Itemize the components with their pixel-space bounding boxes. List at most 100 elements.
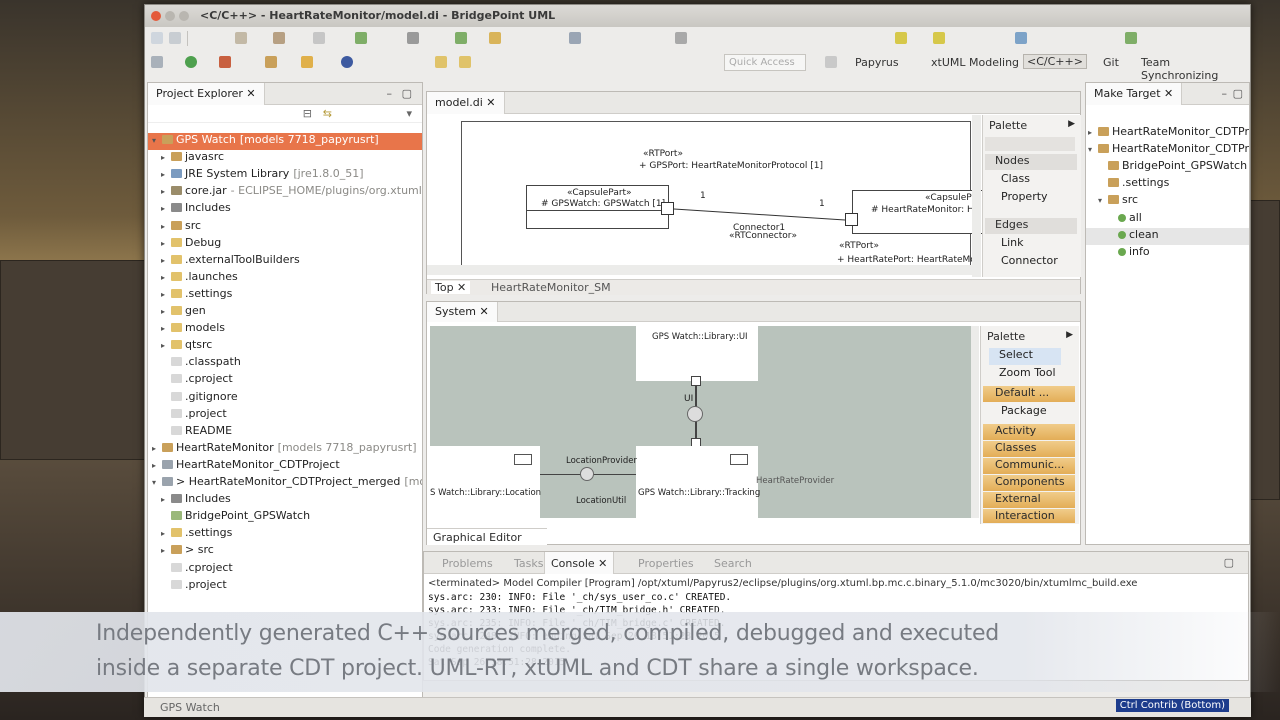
vertical-scrollbar[interactable] xyxy=(972,115,981,277)
tree-item[interactable]: ▸ HeartRateMonitor_CDTProject xyxy=(148,458,422,475)
tree-item[interactable]: ▸ .externalToolBuilders xyxy=(148,253,422,270)
expand-arrow-icon[interactable]: ▸ xyxy=(161,222,171,231)
view-menu-icon[interactable]: ▾ xyxy=(406,107,412,120)
build-icon[interactable] xyxy=(235,32,247,44)
expand-arrow-icon[interactable]: ▸ xyxy=(161,170,171,179)
minimize-view-icon[interactable]: – xyxy=(387,87,393,100)
new-icon[interactable] xyxy=(151,32,163,44)
maximize-view-icon[interactable]: ▢ xyxy=(402,87,412,100)
tree-item[interactable]: ▸ javasrc xyxy=(148,150,422,167)
perspective-cpp[interactable]: <C/C++> xyxy=(1023,54,1087,69)
expand-arrow-icon[interactable]: ▸ xyxy=(161,290,171,299)
expand-arrow-icon[interactable]: ▸ xyxy=(161,239,171,248)
palette-drawer-classes[interactable]: Classes xyxy=(983,441,1075,457)
tree-item[interactable]: .gitignore xyxy=(148,390,422,407)
tree-item[interactable]: .classpath xyxy=(148,355,422,372)
tree-item[interactable]: .project xyxy=(148,578,422,595)
link-editor-icon[interactable]: ⇆ xyxy=(323,107,332,120)
palette-collapse-icon[interactable]: ▶ xyxy=(1066,330,1073,340)
expand-arrow-icon[interactable]: ▸ xyxy=(161,324,171,333)
tree-item[interactable]: ▸ qtsrc xyxy=(148,338,422,355)
align-icon[interactable] xyxy=(569,32,581,44)
tree-item[interactable]: ▸ src xyxy=(148,219,422,236)
debug-config-icon[interactable] xyxy=(933,32,945,44)
tab-properties[interactable]: Properties xyxy=(638,557,694,570)
make-target-item[interactable]: ▾ HeartRateMonitor_CDTPro xyxy=(1086,142,1249,159)
tree-item[interactable]: README xyxy=(148,424,422,441)
tree-item[interactable]: BridgePoint_GPSWatch xyxy=(148,509,422,526)
tab-make-target[interactable]: Make Target ✕ xyxy=(1086,83,1183,105)
collapse-all-icon[interactable]: ⊟ xyxy=(303,107,312,120)
tree-item[interactable]: ▸ Debug xyxy=(148,236,422,253)
tree-item[interactable]: .project xyxy=(148,407,422,424)
tree-item[interactable]: ▸ Includes xyxy=(148,201,422,218)
tab-model-di[interactable]: model.di ✕ xyxy=(427,92,505,114)
back-icon[interactable] xyxy=(459,56,471,68)
palette-drawer-edges[interactable]: Edges xyxy=(985,218,1077,234)
expand-arrow-icon[interactable]: ▸ xyxy=(161,341,171,350)
ui-port[interactable] xyxy=(691,376,701,386)
tab-problems[interactable]: Problems xyxy=(442,557,493,570)
palette-item-package[interactable]: Package xyxy=(989,404,1075,421)
nav-forward-icon[interactable] xyxy=(1125,32,1137,44)
ui-interface[interactable] xyxy=(687,406,703,422)
run-icon[interactable] xyxy=(185,56,197,68)
maximize-view-icon[interactable]: ▢ xyxy=(1224,556,1234,569)
tab-console[interactable]: Console ✕ xyxy=(544,552,615,574)
expand-arrow-icon[interactable]: ▸ xyxy=(161,307,171,316)
minimize-view-icon[interactable]: – xyxy=(1222,87,1228,100)
minimize-window-icon[interactable] xyxy=(165,11,175,21)
palette-zoom-tools[interactable] xyxy=(985,137,1075,151)
tree-item[interactable]: ▸ models xyxy=(148,321,422,338)
expand-arrow-icon[interactable]: ▸ xyxy=(152,444,162,453)
tree-item[interactable]: .cproject xyxy=(148,372,422,389)
expand-arrow-icon[interactable]: ▾ xyxy=(1088,145,1098,154)
system-diagram-canvas[interactable]: GPS Watch::Library::UI UI S Watch::Libra… xyxy=(430,326,971,518)
tree-item[interactable]: ▾ > HeartRateMonitor_CDTProject_merged[mo… xyxy=(148,475,422,492)
expand-arrow-icon[interactable]: ▸ xyxy=(161,153,171,162)
expand-arrow-icon[interactable]: ▸ xyxy=(161,273,171,282)
perspective-git[interactable]: Git xyxy=(1103,56,1119,69)
make-target-item[interactable]: all xyxy=(1086,211,1249,228)
tree-item[interactable]: ▸ HeartRateMonitor [models 7718_papyrusrt] xyxy=(148,441,422,458)
tree-item[interactable]: ▸ core.jar - ECLIPSE_HOME/plugins/org.xtum… xyxy=(148,184,422,201)
palette-collapse-icon[interactable]: ▶ xyxy=(1068,119,1075,129)
expand-arrow-icon[interactable]: ▾ xyxy=(152,136,162,145)
expand-arrow-icon[interactable]: ▸ xyxy=(161,546,171,555)
system-vertical-scrollbar[interactable] xyxy=(971,326,979,518)
tree-item[interactable]: ▸ .launches xyxy=(148,270,422,287)
palette-tool-zoom[interactable]: Zoom Tool xyxy=(989,366,1075,383)
perspective-team-sync[interactable]: Team Synchronizing xyxy=(1141,56,1250,82)
refresh-icon[interactable] xyxy=(355,32,367,44)
expand-arrow-icon[interactable]: ▾ xyxy=(152,478,162,487)
palette-drawer-activity[interactable]: Activity xyxy=(983,424,1075,440)
make-target-item[interactable]: BridgePoint_GPSWatch xyxy=(1086,159,1249,176)
debug-icon[interactable] xyxy=(219,56,231,68)
format-icon[interactable] xyxy=(675,32,687,44)
capsulepart-heartratemonitor[interactable]: «CapsuleP # HeartRateMonitor: H xyxy=(852,190,982,234)
quick-access-input[interactable]: Quick Access xyxy=(724,54,806,71)
tab-tasks[interactable]: Tasks xyxy=(514,557,543,570)
pencil-icon[interactable] xyxy=(435,56,447,68)
web-icon[interactable] xyxy=(1015,32,1027,44)
target-icon[interactable] xyxy=(341,56,353,68)
tree-item[interactable]: ▸ .settings xyxy=(148,526,422,543)
open-folder-icon[interactable] xyxy=(265,56,277,68)
tool-icon[interactable] xyxy=(407,32,419,44)
bolt-icon[interactable] xyxy=(301,56,313,68)
hammer-icon[interactable] xyxy=(273,32,285,44)
tab-system[interactable]: System ✕ xyxy=(427,302,498,322)
palette-drawer-communication[interactable]: Communic... xyxy=(983,458,1075,474)
open-perspective-icon[interactable] xyxy=(825,56,837,68)
tab-search[interactable]: Search xyxy=(714,557,752,570)
make-target-item[interactable]: ▾ src xyxy=(1086,193,1249,210)
component-ui[interactable]: GPS Watch::Library::UI xyxy=(636,326,758,381)
print-icon[interactable] xyxy=(313,32,325,44)
tree-item[interactable]: ▸ Includes xyxy=(148,492,422,509)
expand-arrow-icon[interactable]: ▸ xyxy=(161,204,171,213)
perspective-xtuml-modeling[interactable]: xtUML Modeling xyxy=(931,56,1019,69)
forward-icon[interactable] xyxy=(455,32,467,44)
tree-item[interactable]: ▾ GPS Watch [models 7718_papyrusrt] xyxy=(148,133,422,150)
expand-arrow-icon[interactable]: ▸ xyxy=(161,256,171,265)
run-config-icon[interactable] xyxy=(895,32,907,44)
